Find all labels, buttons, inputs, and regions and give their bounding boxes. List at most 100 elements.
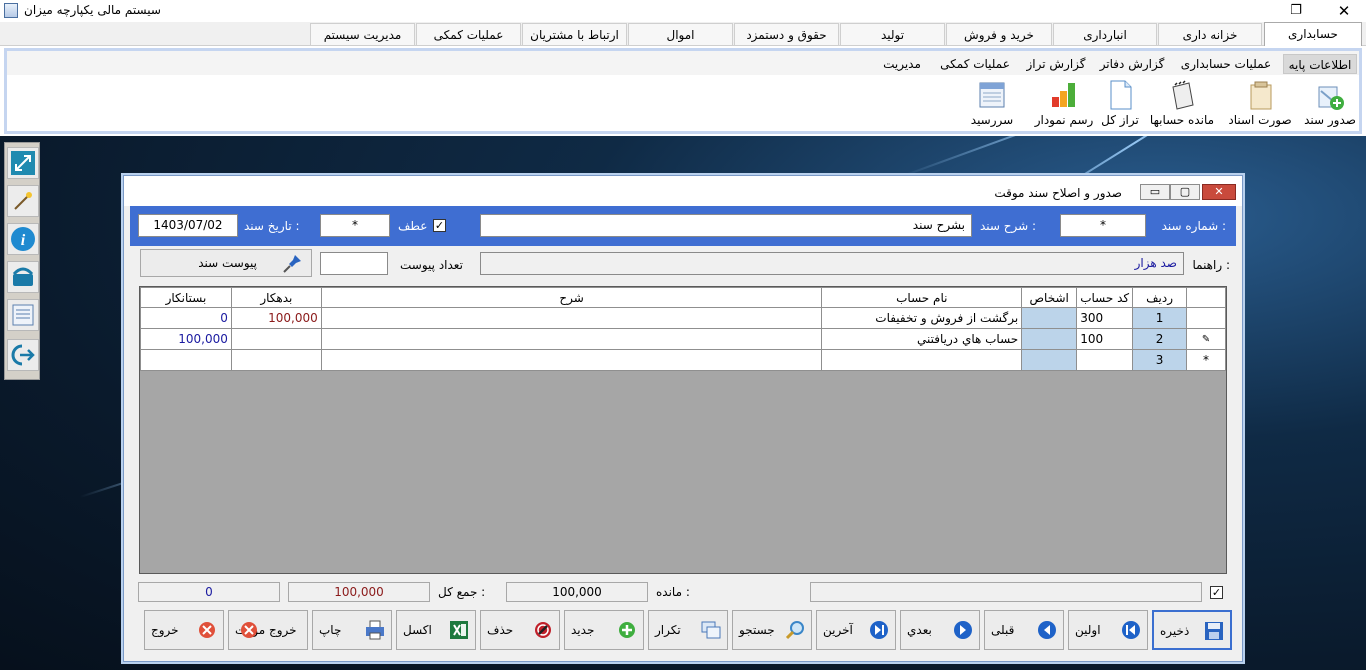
debit-total: 100,000	[288, 582, 430, 602]
subtab-auxiliary[interactable]: عملیات کمکی	[933, 54, 1017, 74]
table-row[interactable]: 3 *	[140, 349, 1226, 371]
cell-desc[interactable]	[320, 349, 823, 371]
header-account-code[interactable]: کد حساب	[1076, 287, 1134, 308]
cell-desc[interactable]	[320, 328, 823, 350]
tab-crm[interactable]: ارتباط با مشتریان	[522, 23, 627, 45]
table-row[interactable]: 100,000 حساب هاي دريافتني 100 2 ✎	[140, 328, 1226, 350]
subtab-accounting-ops[interactable]: عملیات حسابداری	[1173, 54, 1279, 74]
close-icon[interactable]: ✕	[1326, 0, 1362, 22]
header-row-number[interactable]: ردیف	[1132, 287, 1188, 308]
table-row[interactable]: 0 100,000 برگشت از فروش و تخفیفات 300 1	[140, 307, 1226, 329]
quick-info-button[interactable]: i	[7, 223, 39, 255]
search-button[interactable]: جستجو	[732, 610, 812, 650]
row-indicator[interactable]	[1186, 307, 1226, 329]
cell-debit[interactable]	[230, 349, 322, 371]
doc-date-label: تاریخ سند :	[244, 219, 300, 233]
cell-persons[interactable]	[1021, 349, 1078, 371]
pin-icon	[283, 255, 301, 273]
maximize-button[interactable]: ▢	[1170, 184, 1200, 200]
voucher-grid: بستانکار بدهکار شرح نام حساب اشخاص کد حس…	[139, 286, 1227, 574]
print-button[interactable]: چاپ	[312, 610, 392, 650]
cell-debit[interactable]: 100,000	[230, 307, 322, 329]
quick-phone-button[interactable]	[7, 261, 39, 293]
cell-account-code[interactable]: 300	[1076, 307, 1134, 329]
attach-document-button[interactable]: پیوست سند	[140, 249, 312, 277]
doc-desc-field[interactable]: بشرح سند	[480, 214, 972, 237]
last-label: آخرین	[823, 623, 853, 637]
draw-chart-button[interactable]: رسم نمودار	[1029, 77, 1099, 131]
first-button[interactable]: اولین	[1068, 610, 1148, 650]
doc-number-field[interactable]: *	[1060, 214, 1146, 237]
issue-document-button[interactable]: صدور سند	[1295, 77, 1365, 131]
header-desc[interactable]: شرح	[320, 287, 823, 308]
header-persons[interactable]: اشخاص	[1021, 287, 1078, 308]
delete-button[interactable]: حذف	[480, 610, 560, 650]
last-button[interactable]: آخرین	[816, 610, 896, 650]
doc-date-field[interactable]: 1403/07/02	[138, 214, 238, 237]
subtab-ledger-reports[interactable]: گزارش دفاتر	[1093, 54, 1171, 74]
temp-exit-button[interactable]: خروج موقت	[228, 610, 308, 650]
add-document-icon	[1318, 86, 1344, 110]
subtab-base-info[interactable]: اطلاعات پایه	[1283, 54, 1357, 74]
subtab-management[interactable]: مدیریت	[877, 54, 927, 74]
dialog-title-bar: صدور و اصلاح سند موقت ▭ ▢ ✕	[124, 176, 1242, 206]
atf-field[interactable]: *	[320, 214, 390, 237]
cell-credit[interactable]	[140, 349, 232, 371]
header-account-name[interactable]: نام حساب	[821, 287, 1023, 308]
cell-desc[interactable]	[320, 307, 823, 329]
sum-label: جمع کل :	[438, 585, 486, 599]
save-button[interactable]: ذخیره	[1152, 610, 1232, 650]
documents-list-button[interactable]: صورت اسناد	[1225, 77, 1295, 131]
tab-purchase-sales[interactable]: خرید و فروش	[946, 23, 1052, 45]
exit-button[interactable]: خروج	[144, 610, 224, 650]
cell-credit[interactable]: 0	[140, 307, 232, 329]
window-title: سیستم مالی یکپارچه میزان	[24, 3, 161, 17]
cell-account-name[interactable]: حساب هاي دريافتني	[821, 328, 1023, 350]
cell-account-name[interactable]: برگشت از فروش و تخفیفات	[821, 307, 1023, 329]
attach-count-field[interactable]	[320, 252, 388, 275]
account-balances-button[interactable]: مانده حسابها	[1147, 77, 1217, 131]
quick-wand-button[interactable]	[7, 185, 39, 217]
new-button[interactable]: جدید	[564, 610, 644, 650]
cell-account-name[interactable]	[821, 349, 1023, 371]
atf-checkbox[interactable]: ✓	[433, 219, 446, 232]
next-button[interactable]: بعدي	[900, 610, 980, 650]
repeat-button[interactable]: تکرار	[648, 610, 728, 650]
row-indicator[interactable]: *	[1186, 349, 1226, 371]
cell-credit[interactable]: 100,000	[140, 328, 232, 350]
subtab-balance-reports[interactable]: گزارش تراز	[1021, 54, 1091, 74]
previous-button[interactable]: قبلی	[984, 610, 1064, 650]
dialog-close-button[interactable]: ✕	[1202, 184, 1236, 200]
tab-payroll[interactable]: حقوق و دستمزد	[734, 23, 839, 45]
due-date-button[interactable]: سررسید	[957, 77, 1027, 131]
restore-icon[interactable]: ❐	[1282, 0, 1310, 22]
issue-document-label: صدور سند	[1304, 113, 1356, 127]
quick-exit-button[interactable]	[7, 339, 39, 371]
cell-account-code[interactable]: 100	[1076, 328, 1134, 350]
cell-account-code[interactable]	[1076, 349, 1134, 371]
header-credit[interactable]: بستانکار	[140, 287, 232, 308]
header-debit[interactable]: بدهکار	[230, 287, 322, 308]
last-icon	[870, 621, 888, 639]
row-indicator[interactable]: ✎	[1186, 328, 1226, 350]
quick-notes-button[interactable]	[7, 299, 39, 331]
confirm-checkbox[interactable]: ✓	[1210, 586, 1223, 599]
guide-field: صد هزار	[480, 252, 1184, 275]
voucher-dialog: صدور و اصلاح سند موقت ▭ ▢ ✕ شماره سند : …	[123, 175, 1243, 662]
tab-auxiliary[interactable]: عملیات کمکی	[416, 23, 521, 45]
tab-accounting[interactable]: حسابداری	[1264, 22, 1362, 46]
tab-system-admin[interactable]: مدیریت سیستم	[310, 23, 415, 45]
quick-resize-button[interactable]	[7, 147, 39, 179]
tab-production[interactable]: تولید	[840, 23, 945, 45]
tab-inventory[interactable]: انبارداری	[1053, 23, 1157, 45]
next-label: بعدي	[907, 623, 932, 637]
excel-button[interactable]: اکسل	[396, 610, 476, 650]
tab-treasury[interactable]: خزانه داری	[1158, 23, 1262, 45]
cell-debit[interactable]	[230, 328, 322, 350]
info-icon: i	[11, 227, 35, 251]
cell-persons[interactable]	[1021, 307, 1078, 329]
cell-row-number: 1	[1132, 307, 1188, 329]
tab-assets[interactable]: اموال	[628, 23, 733, 45]
cell-persons[interactable]	[1021, 328, 1078, 350]
minimize-button[interactable]: ▭	[1140, 184, 1170, 200]
